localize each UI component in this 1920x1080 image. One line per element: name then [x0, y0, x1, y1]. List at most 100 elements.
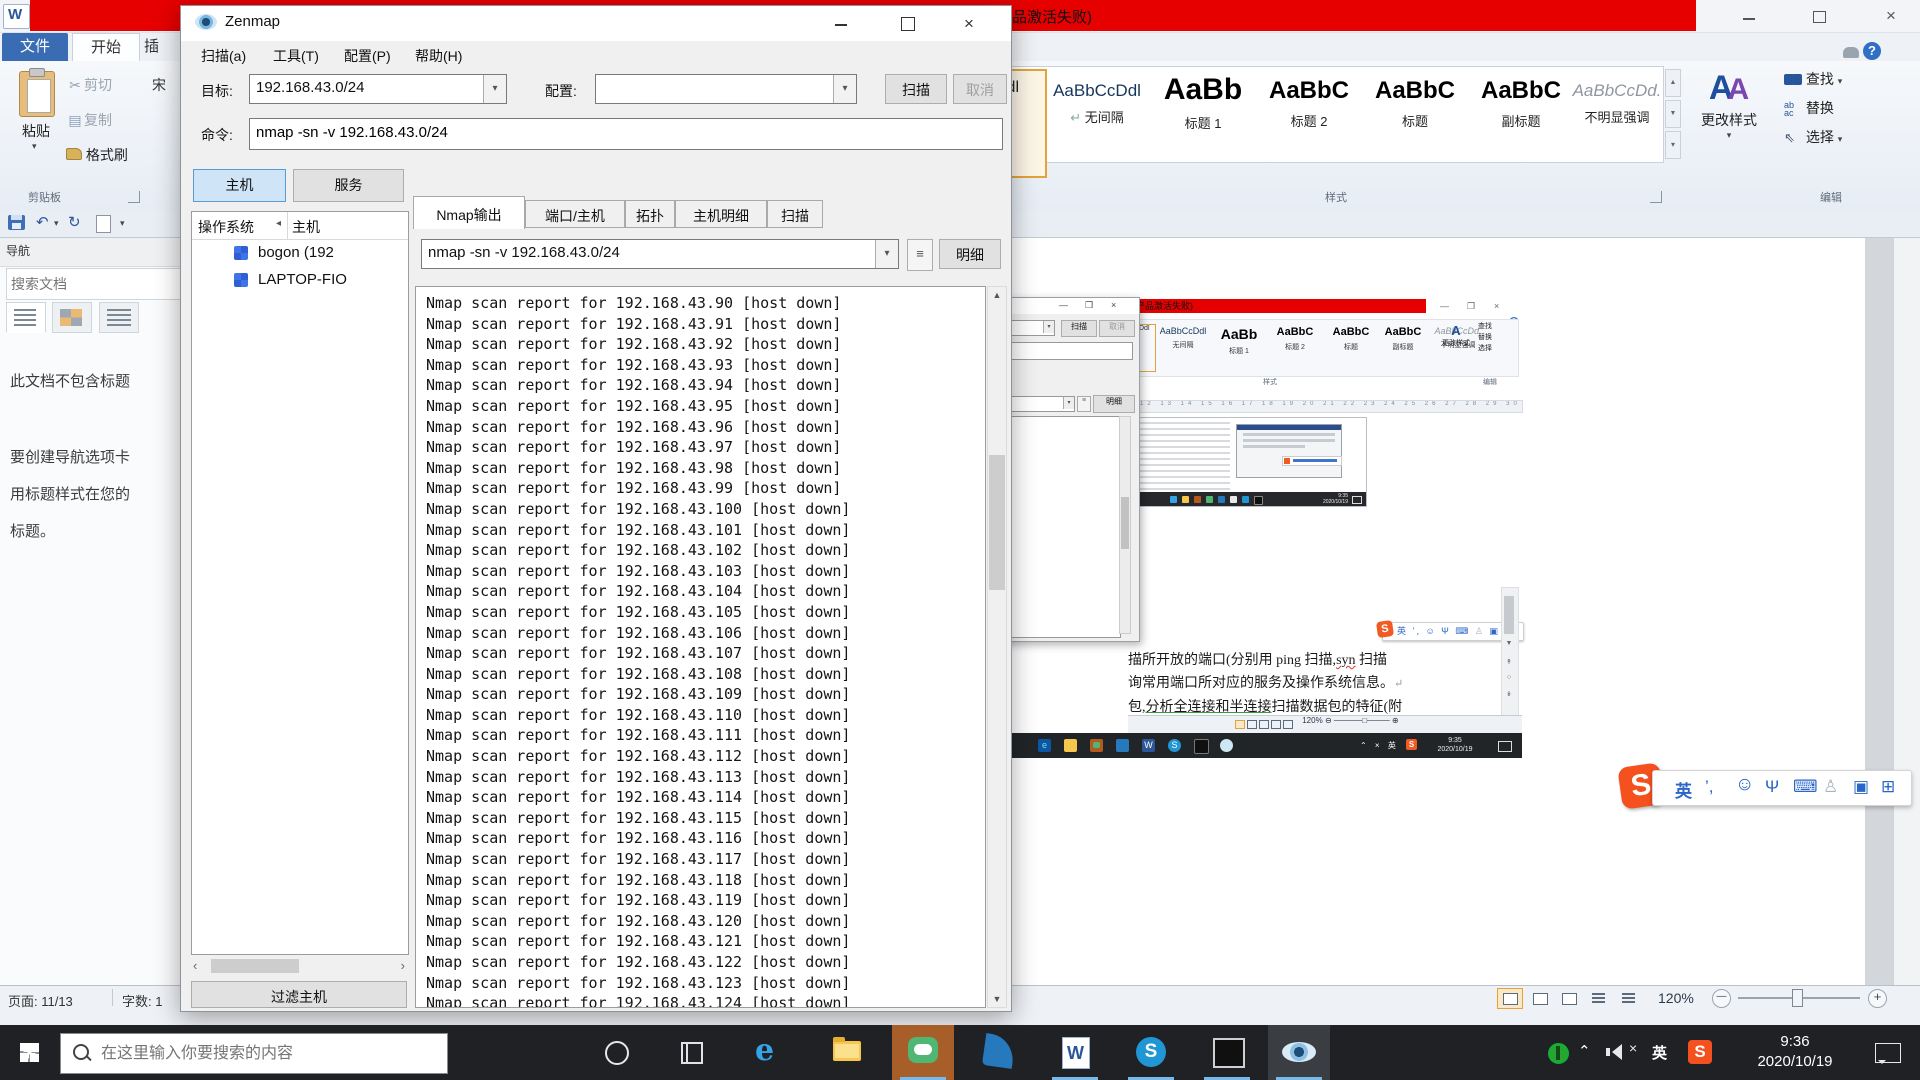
gallery-down-icon[interactable]: ▼: [1665, 100, 1681, 128]
view-reading-button[interactable]: [1527, 988, 1553, 1009]
filter-hosts-button[interactable]: 过滤主机: [191, 981, 407, 1008]
tab-insert-partial[interactable]: 插: [140, 33, 163, 61]
host-list-header[interactable]: 操作系统 ◂ 主机: [192, 212, 408, 240]
word-count[interactable]: 字数: 1: [122, 991, 162, 1010]
host-row[interactable]: LAPTOP-FIO: [192, 267, 408, 294]
replace-button[interactable]: abac 替换: [1784, 98, 1894, 127]
style-item[interactable]: AaBbC 标题 2: [1259, 71, 1359, 157]
language-mode-button[interactable]: 英: [1675, 777, 1692, 802]
cancel-button[interactable]: 取消: [953, 74, 1007, 104]
microphone-icon[interactable]: Ψ: [1765, 777, 1779, 797]
taskbar-taskview-button[interactable]: [660, 1025, 722, 1080]
taskbar-zenmap-button[interactable]: [1268, 1025, 1330, 1080]
undo-chevron-icon[interactable]: ▾: [54, 218, 59, 229]
output-scrollbar[interactable]: ▲ ▼: [987, 286, 1007, 1008]
menu-scan[interactable]: 扫描(a): [201, 46, 246, 66]
tab-scans[interactable]: 扫描: [767, 200, 823, 228]
taskbar-cmd-button[interactable]: [1196, 1025, 1258, 1080]
start-button[interactable]: [0, 1025, 60, 1080]
taskbar-word-button[interactable]: W: [1044, 1025, 1106, 1080]
gallery-more-icon[interactable]: ▾: [1665, 131, 1681, 159]
menu-tools[interactable]: 工具(T): [273, 46, 319, 66]
taskbar-cortana-button[interactable]: [585, 1025, 647, 1080]
style-item[interactable]: AaBbC 标题: [1365, 71, 1465, 157]
tab-nmap-output[interactable]: Nmap输出: [413, 196, 525, 229]
cut-button[interactable]: ✂剪切: [66, 75, 112, 101]
tab-host-details[interactable]: 主机明细: [675, 200, 767, 228]
qat-customize-icon[interactable]: ▾: [120, 218, 125, 229]
antivirus-tray-icon[interactable]: [1548, 1043, 1569, 1064]
style-item[interactable]: AaBbCcDdl ↵ 无间隔: [1047, 71, 1147, 157]
close-icon[interactable]: ×: [1874, 6, 1908, 28]
punctuation-icon[interactable]: ’,: [1705, 777, 1714, 797]
scan-button[interactable]: 扫描: [885, 74, 947, 104]
minimize-icon[interactable]: [821, 13, 861, 35]
document-scrollbar[interactable]: ≡ ▲ ▼: [1893, 238, 1920, 985]
command-input[interactable]: nmap -sn -v 192.168.43.0/24: [249, 118, 1003, 150]
new-document-icon[interactable]: [96, 215, 111, 233]
taskbar-clock[interactable]: 9:362020/10/19: [1735, 1032, 1855, 1072]
change-styles-button[interactable]: AA 更改样式 ▾: [1690, 69, 1768, 189]
paste-button[interactable]: 粘贴 ▾: [10, 69, 62, 179]
output-command-combo[interactable]: nmap -sn -v 192.168.43.0/24▾: [421, 239, 899, 269]
menu-help[interactable]: 帮助(H): [415, 46, 462, 66]
page-indicator[interactable]: 页面: 11/13: [8, 991, 73, 1010]
taskbar-search[interactable]: [60, 1033, 448, 1074]
taskbar-skype-button[interactable]: S: [1120, 1025, 1182, 1080]
taskbar-search-input[interactable]: [99, 1040, 433, 1068]
redo-icon[interactable]: ↻: [68, 213, 81, 231]
nav-tab-pages[interactable]: [52, 302, 92, 333]
tab-ports-hosts[interactable]: 端口/主机: [525, 200, 625, 228]
menu-profile[interactable]: 配置(P): [344, 46, 391, 66]
details-button[interactable]: 明细: [939, 239, 1001, 269]
tab-home[interactable]: 开始: [72, 33, 140, 62]
gallery-up-icon[interactable]: ▲: [1665, 69, 1681, 97]
output-options-icon[interactable]: ≡: [907, 239, 933, 271]
view-outline-button[interactable]: [1586, 988, 1612, 1009]
copy-button[interactable]: ▤复制: [66, 110, 112, 136]
notification-center-icon[interactable]: [1875, 1043, 1901, 1063]
view-web-button[interactable]: [1556, 988, 1582, 1009]
zoom-level[interactable]: 120%: [1658, 990, 1694, 1006]
save-icon[interactable]: [8, 215, 25, 230]
view-draft-button[interactable]: [1616, 988, 1642, 1009]
scrollbar-thumb[interactable]: [989, 455, 1005, 590]
format-painter-button[interactable]: 格式刷: [66, 145, 128, 171]
style-item[interactable]: AaBbCcDd. 不明显强调: [1571, 71, 1663, 157]
view-print-layout-button[interactable]: [1497, 988, 1523, 1009]
toolbox-icon[interactable]: ⊞: [1881, 777, 1895, 797]
volume-muted-icon[interactable]: [1612, 1044, 1622, 1060]
keyboard-icon[interactable]: ⌨: [1793, 777, 1818, 797]
restore-icon[interactable]: [1802, 6, 1836, 28]
dialog-launcher-icon[interactable]: [128, 191, 140, 203]
taskbar-wechat-button[interactable]: [892, 1025, 954, 1080]
hidden-icons-chevron[interactable]: ⌃: [1578, 1042, 1591, 1060]
sogou-tray-icon[interactable]: S: [1688, 1040, 1712, 1064]
document-search-input[interactable]: [6, 268, 184, 300]
nmap-output[interactable]: Nmap scan report for 192.168.43.90 [host…: [415, 286, 986, 1008]
nav-tab-headings[interactable]: [6, 302, 46, 333]
find-button[interactable]: 查找 ▾: [1784, 69, 1894, 98]
style-item[interactable]: AaBb 标题 1: [1153, 71, 1253, 157]
target-combo[interactable]: 192.168.43.0/24▾: [249, 74, 507, 104]
input-language-indicator[interactable]: 英: [1652, 1042, 1667, 1063]
close-icon[interactable]: ×: [949, 13, 989, 35]
skin-person-icon[interactable]: ♙: [1823, 777, 1838, 797]
tab-topology[interactable]: 拓扑: [625, 200, 675, 228]
zoom-out-button[interactable]: —: [1712, 989, 1731, 1008]
taskbar-explorer-button[interactable]: [816, 1025, 878, 1080]
host-list-hscrollbar[interactable]: ‹ ›: [191, 956, 407, 976]
chevron-down-icon[interactable]: ▾: [32, 141, 37, 152]
profile-combo[interactable]: ▾: [595, 74, 857, 104]
emoji-icon[interactable]: ☺: [1735, 774, 1754, 796]
skin-shirt-icon[interactable]: ▣: [1853, 777, 1869, 797]
zoom-in-button[interactable]: +: [1868, 989, 1887, 1008]
services-toggle-button[interactable]: 服务: [293, 169, 404, 202]
zoom-slider-thumb[interactable]: [1792, 989, 1803, 1007]
style-item[interactable]: AaBbC 副标题: [1471, 71, 1571, 157]
tab-file[interactable]: 文件: [2, 33, 68, 61]
hosts-toggle-button[interactable]: 主机: [193, 169, 286, 202]
host-row[interactable]: bogon (192: [192, 240, 408, 267]
styles-dialog-launcher-icon[interactable]: [1650, 191, 1662, 203]
select-button[interactable]: ⇖ 选择 ▾: [1784, 127, 1894, 156]
